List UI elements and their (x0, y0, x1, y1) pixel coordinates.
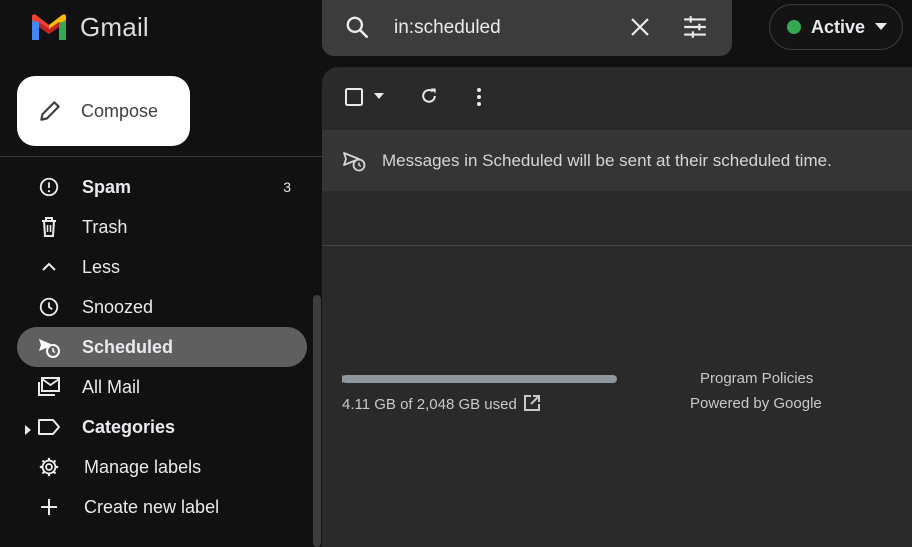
scheduled-info-banner: Messages in Scheduled will be sent at th… (322, 130, 912, 191)
sidebar-item-categories[interactable]: Categories (17, 407, 307, 447)
powered-by-text: Powered by Google (690, 395, 822, 412)
trash-icon (37, 215, 61, 239)
content-divider (322, 245, 912, 246)
external-link-icon[interactable] (522, 393, 542, 418)
search-bar[interactable] (322, 0, 732, 56)
label-outline-icon (37, 415, 61, 439)
scheduled-send-icon (37, 335, 61, 359)
status-dropdown[interactable]: Active (769, 4, 903, 50)
storage-usage-bar (342, 375, 617, 383)
clear-search-icon[interactable] (628, 15, 652, 44)
refresh-icon[interactable] (419, 86, 439, 106)
scheduled-send-icon (342, 150, 368, 172)
select-dropdown-icon[interactable] (374, 93, 384, 99)
all-mail-icon (37, 375, 61, 399)
pencil-icon (37, 98, 63, 124)
plus-icon (37, 495, 61, 519)
chevron-down-icon (875, 18, 888, 36)
expand-arrow-icon[interactable] (25, 422, 31, 440)
sidebar-item-label: Trash (82, 216, 128, 237)
gmail-logo[interactable]: Gmail (30, 10, 190, 44)
sidebar-item-spam[interactable]: Spam 3 (17, 167, 307, 207)
compose-button[interactable]: Compose (17, 76, 190, 146)
sidebar-scrollbar[interactable] (313, 295, 321, 547)
status-dot (787, 20, 801, 34)
storage-usage-fill (342, 375, 343, 383)
more-options-icon[interactable] (476, 87, 482, 107)
sidebar-divider (0, 156, 322, 157)
sidebar-item-scheduled[interactable]: Scheduled (17, 327, 307, 367)
search-input[interactable] (392, 12, 616, 44)
sidebar-item-create-label[interactable]: Create new label (17, 487, 307, 527)
sidebar-item-less[interactable]: Less (17, 247, 307, 287)
sidebar-item-manage-labels[interactable]: Manage labels (17, 447, 307, 487)
sidebar-item-label: Categories (82, 416, 176, 437)
sidebar-item-snoozed[interactable]: Snoozed (17, 287, 307, 327)
unread-count: 3 (283, 179, 291, 195)
status-label: Active (811, 16, 866, 37)
select-all-checkbox[interactable] (344, 87, 364, 107)
sidebar-item-label: All Mail (82, 376, 141, 397)
program-policies-link[interactable]: Program Policies (700, 370, 813, 387)
gear-icon (37, 455, 61, 479)
storage-usage-text: 4.11 GB of 2,048 GB used (342, 396, 517, 413)
sidebar-item-label: Snoozed (82, 296, 154, 317)
search-options-icon[interactable] (682, 14, 708, 45)
app-name: Gmail (80, 11, 149, 42)
gmail-m-icon (32, 14, 66, 40)
main-panel: Messages in Scheduled will be sent at th… (322, 67, 912, 547)
clock-icon (37, 295, 61, 319)
sidebar-item-label: Manage labels (84, 456, 202, 477)
search-icon[interactable] (344, 14, 370, 45)
sidebar-item-all-mail[interactable]: All Mail (17, 367, 307, 407)
sidebar-item-trash[interactable]: Trash (17, 207, 307, 247)
report-icon (37, 175, 61, 199)
chevron-up-icon (37, 255, 61, 279)
sidebar-item-label: Create new label (84, 496, 220, 517)
sidebar-item-label: Less (82, 256, 121, 277)
sidebar-item-label: Spam (82, 176, 132, 197)
compose-label: Compose (81, 100, 159, 121)
sidebar-item-label: Scheduled (82, 336, 174, 357)
info-message: Messages in Scheduled will be sent at th… (382, 150, 832, 170)
